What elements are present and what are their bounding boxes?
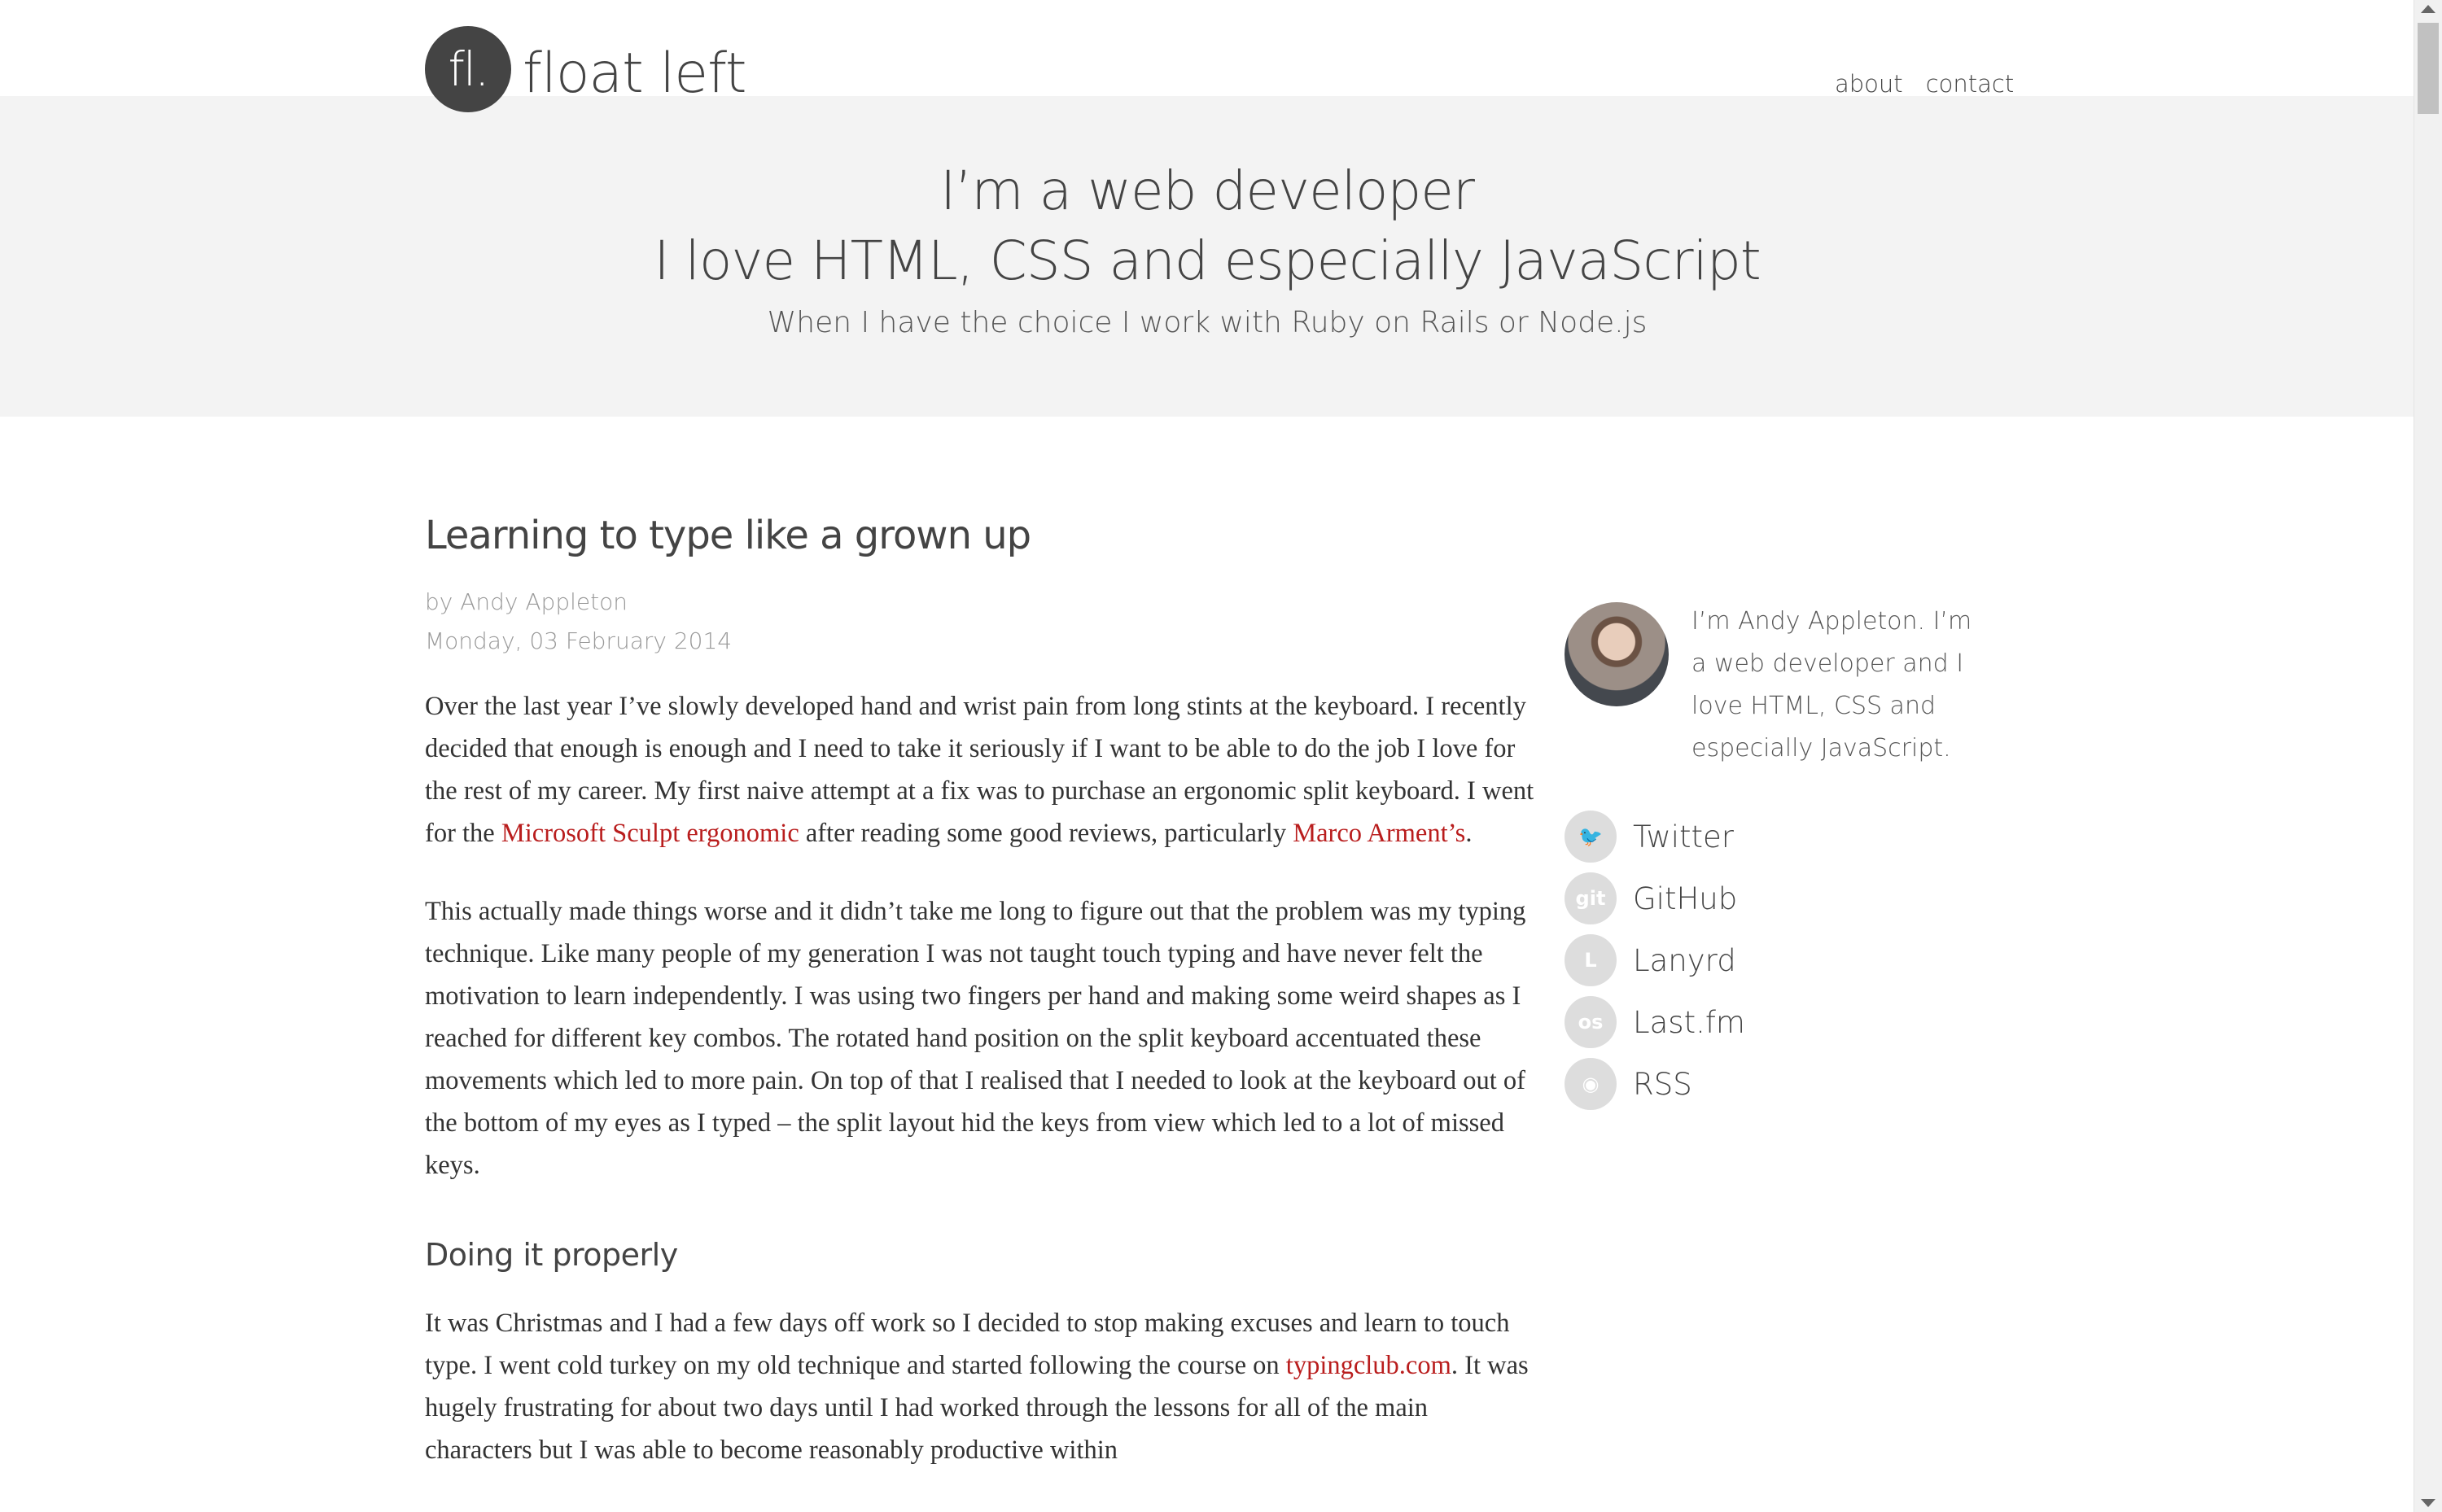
nav-about-link[interactable]: about [1835,70,1903,98]
main-nav: about contact [1835,70,2014,98]
author-bio: I’m Andy Appleton. I’m a web developer a… [1691,607,1972,763]
post-author: by Andy Appleton [425,588,628,615]
blog-post: Learning to type like a grown up by Andy… [425,513,1540,1471]
social-label[interactable]: RSS [1633,1067,1692,1102]
author-avatar [1565,602,1669,706]
social-link-twitter[interactable]: 🐦 Twitter [1565,806,1745,867]
hero-headline: I’m a web developer [939,160,1475,222]
logo-mark: fl. [448,42,490,97]
social-links: 🐦 Twitter git GitHub L Lanyrd os Last.fm… [1565,806,1745,1115]
post-body: Over the last year I’ve slowly developed… [425,685,1540,1471]
site-logo[interactable]: fl. [425,26,511,112]
social-label[interactable]: GitHub [1633,881,1737,916]
post-title: Learning to type like a grown up [425,513,1031,558]
typingclub-link[interactable]: typingclub.com [1286,1351,1451,1380]
site-title[interactable]: float left [523,37,747,111]
site-header [0,0,2414,96]
social-link-lanyrd[interactable]: L Lanyrd [1565,929,1745,991]
post-meta: by Andy Appleton Monday, 03 February 201… [425,583,1540,661]
social-link-github[interactable]: git GitHub [1565,867,1745,929]
scroll-up-icon[interactable] [2421,5,2435,13]
twitter-icon: 🐦 [1565,811,1617,863]
vertical-scrollbar[interactable] [2414,0,2442,1512]
section-heading: Doing it properly [425,1237,678,1273]
hero-headline-2: I love HTML, CSS and especially JavaScri… [654,229,1761,292]
post-date: Monday, 03 February 2014 [425,627,733,654]
paragraph: This actually made things worse and it d… [425,897,1526,1180]
github-icon: git [1565,872,1617,924]
social-label[interactable]: Lanyrd [1633,943,1736,978]
nav-contact-link[interactable]: contact [1926,70,2015,98]
rss-icon: ◉ [1565,1058,1617,1110]
social-link-lastfm[interactable]: os Last.fm [1565,991,1745,1053]
scrollbar-thumb[interactable] [2418,23,2439,114]
social-link-rss[interactable]: ◉ RSS [1565,1053,1745,1115]
marco-arment-link[interactable]: Marco Arment’s [1293,819,1465,848]
social-label[interactable]: Twitter [1633,819,1734,854]
scroll-down-icon[interactable] [2421,1499,2435,1507]
lanyrd-icon: L [1565,934,1617,986]
paragraph: Over the last year I’ve slowly developed… [425,685,1540,854]
paragraph-text: . [1465,819,1473,848]
microsoft-sculpt-link[interactable]: Microsoft Sculpt ergonomic [501,819,799,848]
lastfm-icon: os [1565,996,1617,1048]
paragraph-text: after reading some good reviews, particu… [799,819,1293,848]
paragraph: It was Christmas and I had a few days of… [425,1302,1540,1471]
hero-subtitle: When I have the choice I work with Ruby … [767,306,1648,339]
social-label[interactable]: Last.fm [1633,1005,1745,1040]
